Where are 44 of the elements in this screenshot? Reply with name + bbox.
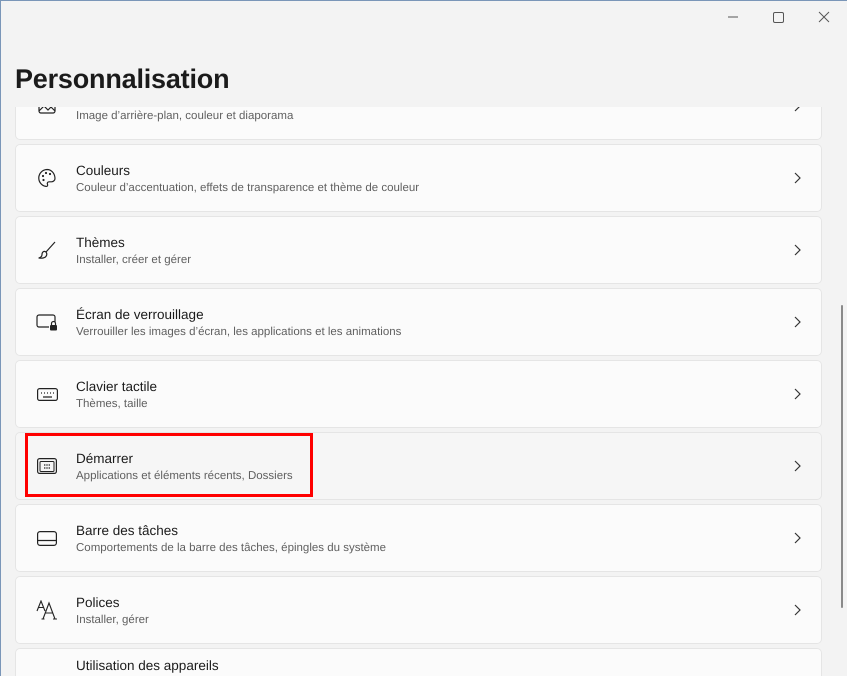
item-description: Thèmes, taille (76, 398, 149, 410)
chevron-right-icon (794, 460, 801, 472)
item-description: Comportements de la barre des tâches, épingles du système (76, 542, 388, 554)
item-description: Couleur d’accentuation, effets de transparence et thème de couleur (76, 182, 420, 194)
scrollbar[interactable] (841, 305, 843, 608)
item-description: Verrouiller les images d’écran, les applications et les animations (76, 326, 402, 338)
item-title: Clavier tactile (76, 378, 158, 394)
lock-screen-icon (36, 314, 58, 330)
item-title: Couleurs (76, 162, 132, 178)
palette-icon (37, 168, 57, 188)
settings-item[interactable]: Couleurs Couleur d’accentuation, effets de transparence et thème de couleur (15, 144, 822, 212)
item-description: Installer, gérer (76, 614, 150, 626)
settings-item[interactable]: Clavier tactile Thèmes, taille (15, 360, 822, 428)
maximize-icon[interactable] (773, 12, 784, 22)
brush-icon (37, 240, 57, 260)
start-menu-icon (37, 458, 57, 474)
settings-item[interactable]: Écran de verrouillage Verrouiller les images d’écran, les applications et les animations (15, 288, 822, 356)
item-title: Thèmes (76, 234, 126, 250)
chevron-right-icon (794, 172, 801, 184)
settings-item[interactable]: Thèmes Installer, créer et gérer (15, 216, 822, 284)
settings-item[interactable]: Barre des tâches Comportements de la barre des tâches, épingles du système (15, 504, 822, 572)
item-description: Installer, créer et gérer (76, 254, 192, 266)
settings-item[interactable]: Démarrer Applications et éléments récents, Dossiers (15, 432, 822, 500)
settings-item[interactable]: Polices Installer, gérer (15, 576, 822, 644)
fonts-icon (36, 600, 58, 620)
taskbar-icon (37, 530, 57, 546)
item-title: Démarrer (76, 450, 134, 466)
keyboard-icon (36, 388, 58, 400)
settings-item[interactable]: Image d’arrière-plan, couleur et diaporama (15, 107, 822, 140)
chevron-right-icon (794, 316, 801, 328)
chevron-right-icon (794, 388, 801, 400)
settings-item[interactable]: Utilisation des appareils (15, 648, 822, 676)
item-description: Image d’arrière-plan, couleur et diaporama (76, 110, 294, 122)
close-icon[interactable] (818, 11, 830, 23)
item-title: Écran de verrouillage (76, 306, 205, 322)
item-title: Utilisation des appareils (76, 658, 220, 674)
minimize-icon[interactable] (727, 16, 739, 18)
chevron-right-icon (794, 532, 801, 544)
item-title: Polices (76, 594, 121, 610)
item-title: Barre des tâches (76, 522, 180, 538)
chevron-right-icon (794, 604, 801, 616)
item-description: Applications et éléments récents, Dossiers (76, 470, 294, 482)
page-title: Personnalisation (15, 63, 230, 96)
chevron-right-icon (794, 244, 801, 256)
